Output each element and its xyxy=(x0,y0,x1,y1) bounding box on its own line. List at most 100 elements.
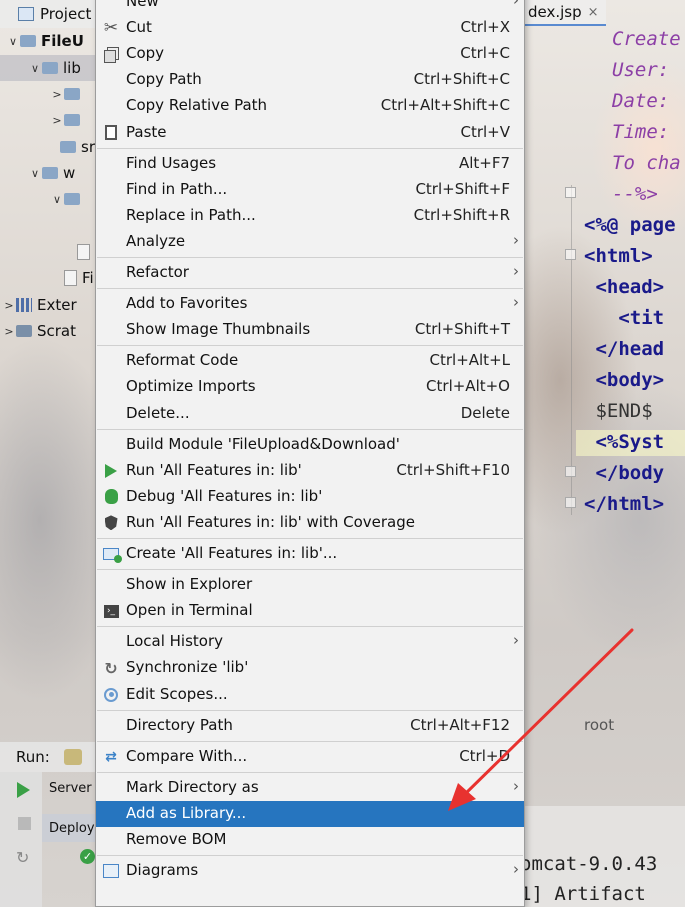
run-icon xyxy=(102,462,120,480)
tree-node[interactable]: > xyxy=(0,107,95,133)
menu-item-mark-directory-as[interactable]: Mark Directory as › xyxy=(96,775,524,801)
code-line: $END$ xyxy=(584,400,653,422)
menu-item-run-all-features-in-lib-with-coverage[interactable]: Run 'All Features in: lib' with Coverage xyxy=(96,510,524,536)
expand-arrow-icon[interactable]: > xyxy=(2,299,16,312)
menu-item-run-all-features-in-lib[interactable]: Run 'All Features in: lib' Ctrl+Shift+F10 xyxy=(96,458,524,484)
menu-item-diagrams[interactable]: Diagrams › xyxy=(96,858,524,884)
menu-item-analyze[interactable]: Analyze › xyxy=(96,229,524,255)
breadcrumb[interactable]: root xyxy=(584,716,614,734)
tree-node[interactable]: > xyxy=(0,81,95,107)
tree-node[interactable]: > Exter xyxy=(0,292,95,318)
stop-icon[interactable] xyxy=(18,817,31,830)
menu-item-open-in-terminal[interactable]: ›_ Open in Terminal xyxy=(96,598,524,624)
fold-marker-icon[interactable] xyxy=(565,249,576,260)
menu-item-synchronize-lib[interactable]: ↻ Synchronize 'lib' xyxy=(96,655,524,681)
menu-item-label: Delete... xyxy=(126,403,190,422)
scratch-icon xyxy=(16,325,32,337)
menu-item-label: Build Module 'FileUpload&Download' xyxy=(126,434,400,453)
tree-node-label: sr xyxy=(81,138,95,156)
menu-separator xyxy=(97,569,523,571)
folder-icon xyxy=(64,114,80,126)
menu-item-local-history[interactable]: Local History › xyxy=(96,629,524,655)
menu-item-copy-relative-path[interactable]: Copy Relative Path Ctrl+Alt+Shift+C xyxy=(96,93,524,119)
menu-item-compare-with[interactable]: ⇄ Compare With... Ctrl+D xyxy=(96,744,524,770)
menu-item-add-as-library[interactable]: Add as Library... xyxy=(96,800,524,827)
expand-arrow-icon[interactable]: ∨ xyxy=(50,193,64,206)
menu-item-build-module-fileupload-download[interactable]: Build Module 'FileUpload&Download' xyxy=(96,432,524,458)
submenu-arrow-icon: › xyxy=(513,262,519,280)
menu-item-reformat-code[interactable]: Reformat Code Ctrl+Alt+L xyxy=(96,348,524,374)
tree-node[interactable]: ∨ FileU xyxy=(0,28,95,54)
menu-item-label: Run 'All Features in: lib' xyxy=(126,460,302,479)
menu-item-new[interactable]: New › xyxy=(96,0,524,15)
console-line: omcat-9.0.43 xyxy=(520,853,658,875)
menu-item-shortcut: Ctrl+Shift+T xyxy=(414,320,510,339)
tree-node[interactable]: ∨ lib xyxy=(0,55,95,81)
menu-item-debug-all-features-in-lib[interactable]: Debug 'All Features in: lib' xyxy=(96,484,524,510)
submenu-arrow-icon: › xyxy=(513,293,519,312)
menu-separator xyxy=(97,147,523,149)
tree-node[interactable]: > Scrat xyxy=(0,318,95,344)
refresh-icon[interactable]: ↻ xyxy=(16,848,29,867)
tree-node[interactable] xyxy=(0,213,95,239)
expand-arrow-icon[interactable]: > xyxy=(50,88,64,101)
menu-item-directory-path[interactable]: Directory Path Ctrl+Alt+F12 xyxy=(96,713,524,739)
menu-item-shortcut: Ctrl+Shift+C xyxy=(413,70,510,89)
menu-item-delete[interactable]: Delete... Delete xyxy=(96,401,524,427)
rerun-icon[interactable] xyxy=(17,782,30,798)
expand-arrow-icon[interactable]: ∨ xyxy=(6,35,20,48)
submenu-arrow-icon: › xyxy=(513,0,519,9)
project-tool-header[interactable]: Project xyxy=(0,0,95,28)
fold-marker-icon[interactable] xyxy=(565,497,576,508)
menu-item-find-in-path[interactable]: Find in Path... Ctrl+Shift+F xyxy=(96,177,524,203)
menu-item-cut[interactable]: ✂ Cut Ctrl+X xyxy=(96,15,524,41)
tree-node[interactable] xyxy=(0,239,95,265)
file-icon xyxy=(77,244,90,260)
menu-item-label: Find Usages xyxy=(126,153,217,172)
run-config-icon[interactable] xyxy=(63,749,82,765)
menu-item-copy[interactable]: Copy Ctrl+C xyxy=(96,41,524,67)
menu-item-show-in-explorer[interactable]: Show in Explorer xyxy=(96,572,524,598)
tree-node[interactable]: sr xyxy=(0,134,95,160)
fold-marker-icon[interactable] xyxy=(565,187,576,198)
editor-tab-index-jsp[interactable]: dex.jsp × xyxy=(524,0,606,26)
run-item-deploy[interactable]: Deploy xyxy=(42,814,96,842)
expand-arrow-icon[interactable]: > xyxy=(2,325,16,338)
project-icon xyxy=(18,7,34,21)
tree-node[interactable]: Fi xyxy=(0,265,95,291)
menu-item-create-all-features-in-lib[interactable]: Create 'All Features in: lib'... xyxy=(96,541,524,567)
menu-item-optimize-imports[interactable]: Optimize Imports Ctrl+Alt+O xyxy=(96,374,524,400)
code-line: To cha xyxy=(612,152,681,174)
tree-node[interactable]: ∨ xyxy=(0,186,95,212)
menu-item-find-usages[interactable]: Find Usages Alt+F7 xyxy=(96,151,524,177)
folder-icon xyxy=(64,88,80,100)
menu-item-paste[interactable]: Paste Ctrl+V xyxy=(96,120,524,146)
expand-arrow-icon[interactable]: > xyxy=(50,114,64,127)
run-item-server[interactable]: Server xyxy=(42,774,96,802)
menu-item-label: Synchronize 'lib' xyxy=(126,658,249,677)
menu-separator xyxy=(97,771,523,773)
code-line: --%> xyxy=(612,183,658,205)
project-label: Project xyxy=(40,5,92,23)
menu-item-label: Reformat Code xyxy=(126,351,239,370)
menu-item-remove-bom[interactable]: Remove BOM xyxy=(96,827,524,853)
code-line: <body> xyxy=(584,369,665,391)
menu-item-label: Cut xyxy=(126,18,152,37)
expand-arrow-icon[interactable]: ∨ xyxy=(28,62,42,75)
tree-node[interactable]: ∨ w xyxy=(0,160,95,186)
folder-icon xyxy=(42,167,58,179)
menu-item-replace-in-path[interactable]: Replace in Path... Ctrl+Shift+R xyxy=(96,203,524,229)
menu-item-add-to-favorites[interactable]: Add to Favorites › xyxy=(96,291,524,317)
menu-item-refactor[interactable]: Refactor › xyxy=(96,260,524,286)
expand-arrow-icon[interactable]: ∨ xyxy=(28,167,42,180)
menu-item-shortcut: Ctrl+Alt+Shift+C xyxy=(380,96,510,115)
create-config-icon xyxy=(102,545,122,563)
coverage-icon xyxy=(102,514,120,532)
folder-icon xyxy=(42,62,58,74)
close-tab-icon[interactable]: × xyxy=(588,5,599,20)
menu-item-label: Mark Directory as xyxy=(126,777,259,796)
menu-item-show-image-thumbnails[interactable]: Show Image Thumbnails Ctrl+Shift+T xyxy=(96,317,524,343)
fold-marker-icon[interactable] xyxy=(565,466,576,477)
menu-item-edit-scopes[interactable]: Edit Scopes... xyxy=(96,682,524,708)
menu-item-copy-path[interactable]: Copy Path Ctrl+Shift+C xyxy=(96,67,524,93)
